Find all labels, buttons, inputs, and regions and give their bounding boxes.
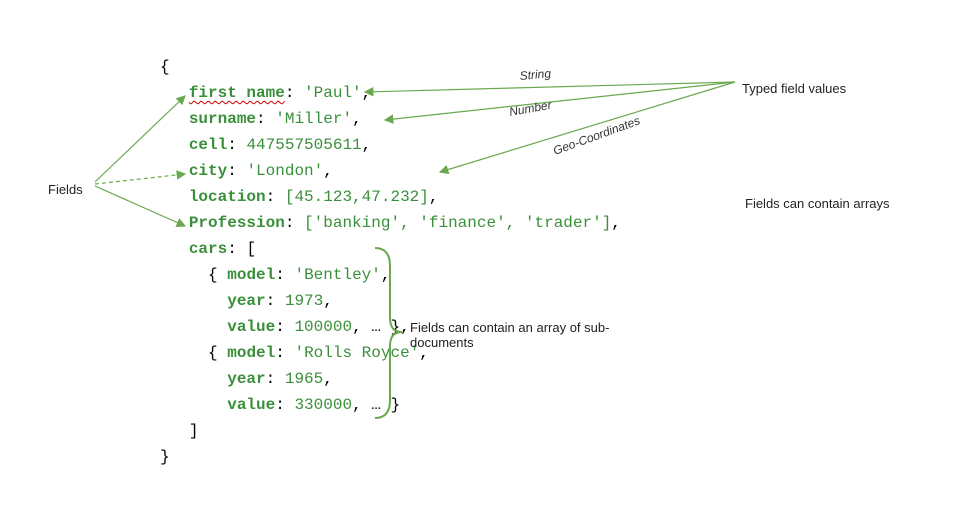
- key-surname: surname: [189, 110, 256, 128]
- brace-open: {: [160, 58, 170, 76]
- val-car2-value: 330000: [294, 396, 352, 414]
- cars-bracket-open: [: [246, 240, 256, 258]
- val-surname: 'Miller': [275, 110, 352, 128]
- key-car1-model: model: [227, 266, 275, 284]
- brace-close: }: [160, 448, 170, 466]
- label-fields: Fields: [48, 177, 83, 203]
- label-typed-values: Typed field values: [742, 76, 846, 102]
- car1-close: , … },: [352, 318, 410, 336]
- val-car2-model: 'Rolls Royce': [294, 344, 419, 362]
- label-arrays: Fields can contain arrays: [745, 196, 895, 211]
- cars-bracket-close: ]: [189, 422, 199, 440]
- key-car1-year: year: [227, 292, 265, 310]
- key-city: city: [189, 162, 227, 180]
- car2-close: , … }: [352, 396, 400, 414]
- key-location: location: [189, 188, 266, 206]
- val-cell: 447557505611: [246, 136, 361, 154]
- key-first-name: first name: [189, 84, 285, 102]
- val-car2-year: 1965: [285, 370, 323, 388]
- val-location: [45.123,47.232]: [285, 188, 429, 206]
- key-profession: Profession: [189, 214, 285, 232]
- key-cell: cell: [189, 136, 227, 154]
- key-car2-model: model: [227, 344, 275, 362]
- val-profession: ['banking', 'finance', 'trader']: [304, 214, 611, 232]
- key-car1-value: value: [227, 318, 275, 336]
- label-subdocs: Fields can contain an array of sub-docum…: [410, 320, 640, 350]
- json-document: { first name: 'Paul', surname: 'Miller',…: [160, 28, 621, 470]
- val-first-name: 'Paul': [304, 84, 362, 102]
- val-city: 'London': [246, 162, 323, 180]
- val-car1-value: 100000: [294, 318, 352, 336]
- key-car2-year: year: [227, 370, 265, 388]
- val-car1-year: 1973: [285, 292, 323, 310]
- key-car2-value: value: [227, 396, 275, 414]
- key-cars: cars: [189, 240, 227, 258]
- val-car1-model: 'Bentley': [294, 266, 380, 284]
